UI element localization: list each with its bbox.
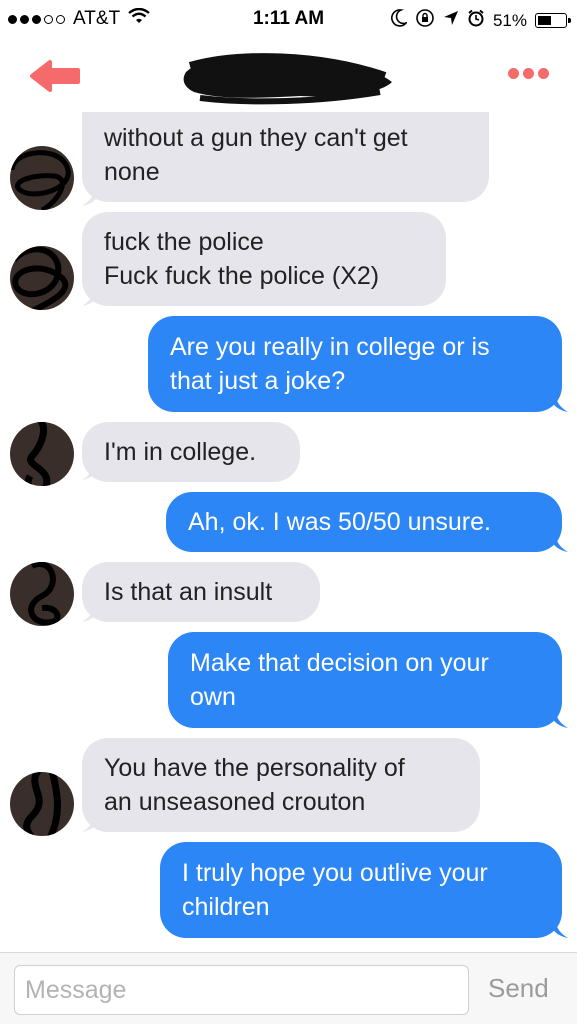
bubble-tail <box>550 920 568 938</box>
message-line: that just a joke? <box>170 367 346 395</box>
message-bubble-outgoing: Make that decision on your own <box>168 632 562 728</box>
message-bubble-incoming: You have the personality of an unseasone… <box>82 738 480 832</box>
message-line: own <box>190 683 236 711</box>
message-line: without a gun they can't get <box>104 124 408 152</box>
message-composer: Send <box>0 952 577 1024</box>
message-line: Is that an insult <box>104 578 273 606</box>
chat-thread: without a gun they can't get none fuck t… <box>0 112 577 952</box>
contact-name-redacted <box>180 48 400 106</box>
message-bubble-outgoing: Ah, ok. I was 50/50 unsure. <box>166 492 562 552</box>
message-bubble-outgoing: Are you really in college or is that jus… <box>148 316 562 412</box>
message-line: Fuck fuck the police (X2) <box>104 262 380 290</box>
bubble-tail <box>550 534 568 552</box>
message-bubble-incoming: without a gun they can't get none <box>82 112 489 202</box>
bubble-tail <box>550 394 568 412</box>
more-dots-icon[interactable] <box>508 68 549 79</box>
avatar <box>10 146 74 210</box>
message-bubble-incoming: I'm in college. <box>82 422 300 482</box>
status-right: 51% <box>391 8 571 33</box>
message-line: Ah, ok. I was 50/50 unsure. <box>188 508 491 536</box>
moon-icon <box>391 9 409 32</box>
message-line: none <box>104 158 160 186</box>
avatar <box>10 246 74 310</box>
battery-percent: 51% <box>492 10 527 30</box>
message-line: fuck the police <box>104 228 264 256</box>
bubble-tail <box>550 710 568 728</box>
message-line: Are you really in college or is <box>170 333 490 361</box>
message-input[interactable] <box>14 965 469 1015</box>
message-line: Make that decision on your <box>190 649 489 677</box>
message-line: I'm in college. <box>104 438 257 466</box>
message-line: You have the personality of <box>104 754 405 782</box>
alarm-icon <box>467 9 485 32</box>
message-bubble-outgoing: I truly hope you outlive your children <box>160 842 562 938</box>
battery-icon <box>535 13 571 28</box>
back-arrow-icon[interactable] <box>28 58 84 94</box>
send-button[interactable]: Send <box>488 973 549 1004</box>
nav-bar <box>0 40 577 112</box>
message-bubble-incoming: fuck the police Fuck fuck the police (X2… <box>82 212 446 306</box>
message-bubble-incoming: Is that an insult <box>82 562 320 622</box>
avatar <box>10 562 74 626</box>
avatar <box>10 422 74 486</box>
orientation-lock-icon <box>415 8 435 33</box>
message-line: children <box>182 893 270 921</box>
location-icon <box>443 10 459 31</box>
message-line: an unseasoned crouton <box>104 788 366 816</box>
message-line: I truly hope you outlive your <box>182 859 488 887</box>
avatar <box>10 772 74 836</box>
status-bar: AT&T 1:11 AM 51% <box>0 0 577 40</box>
